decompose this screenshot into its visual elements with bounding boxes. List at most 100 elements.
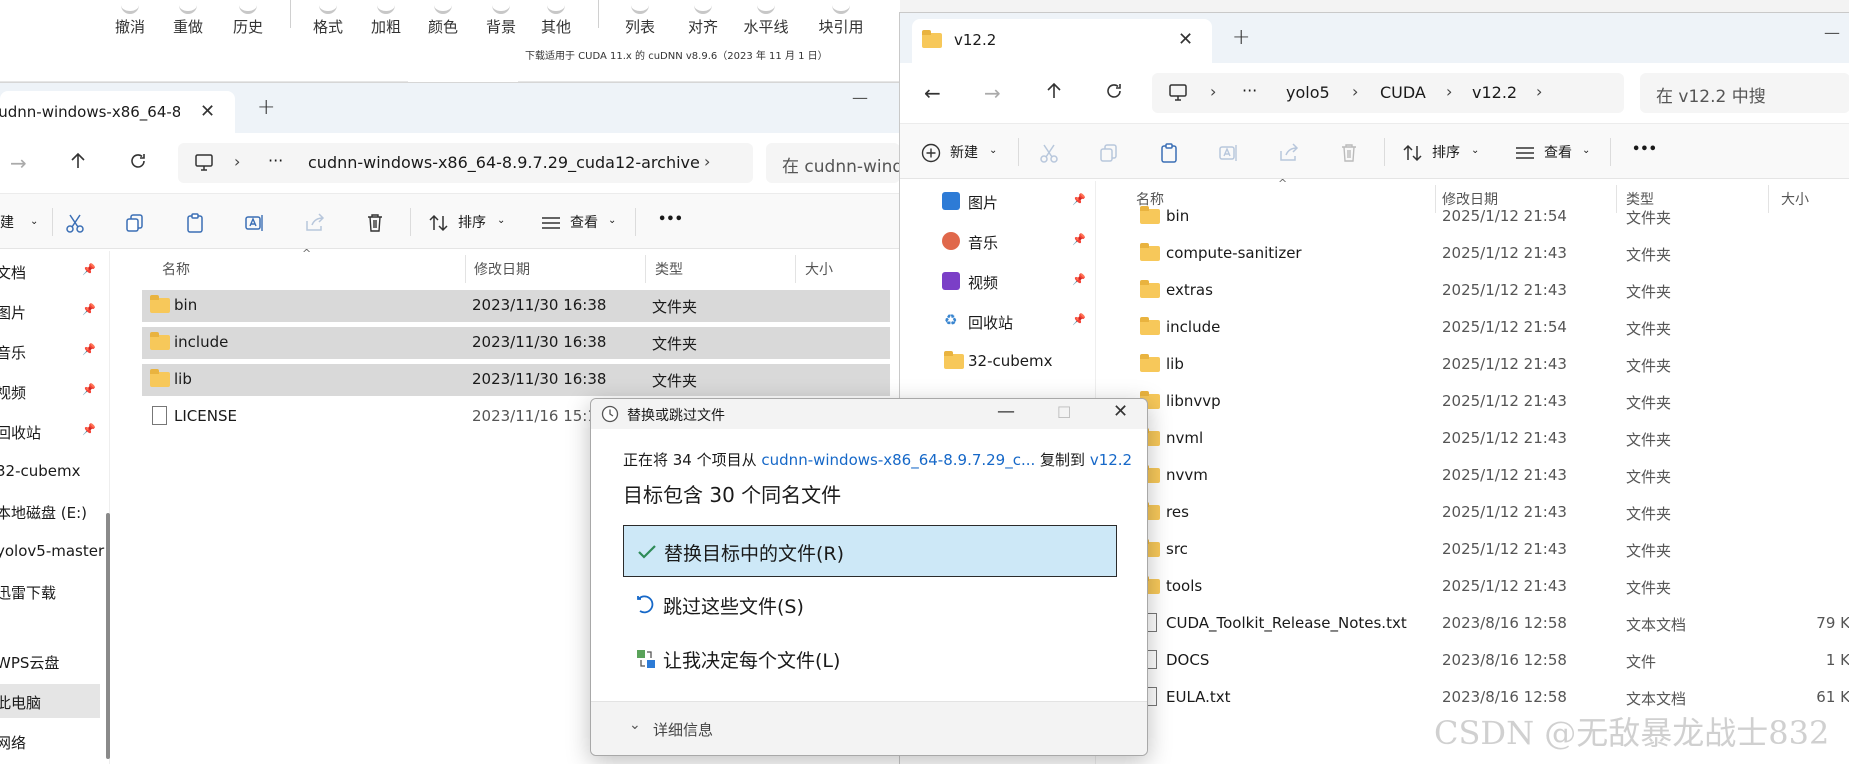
sidebar-item-wps-cloud[interactable]: WPS云盘 bbox=[0, 644, 109, 678]
sidebar-item-32-cubemx[interactable]: 32-cubemx bbox=[0, 454, 109, 488]
sidebar-item-xunlei[interactable]: 迅雷下载 bbox=[0, 574, 109, 608]
column-header-type[interactable]: 类型 bbox=[647, 251, 797, 285]
rename-icon[interactable] bbox=[1218, 142, 1240, 164]
share-icon[interactable] bbox=[304, 212, 326, 234]
rename-icon[interactable] bbox=[244, 212, 266, 234]
sort-button[interactable]: 排序 bbox=[1432, 142, 1460, 162]
sidebar-item-music[interactable]: 音乐 📌 bbox=[900, 224, 1095, 258]
paste-icon[interactable] bbox=[1158, 142, 1180, 164]
forward-icon[interactable]: → bbox=[10, 151, 32, 175]
column-divider[interactable] bbox=[795, 255, 796, 283]
table-row[interactable]: CUDA_Toolkit_Release_Notes.txt 2023/8/16 … bbox=[1116, 608, 1849, 640]
table-row[interactable]: src 2025/1/12 21:43 文件夹 bbox=[1116, 534, 1849, 566]
cut-icon[interactable] bbox=[64, 212, 86, 234]
new-button[interactable]: 新建 bbox=[950, 142, 978, 162]
table-row[interactable]: libnvvp 2025/1/12 21:43 文件夹 bbox=[1116, 386, 1849, 418]
more-path-icon[interactable]: ··· bbox=[268, 151, 283, 170]
bold-button[interactable]: 加粗 bbox=[358, 0, 414, 37]
right-address-bar[interactable]: › ··· yolo5 › CUDA › v12.2 › bbox=[1152, 73, 1624, 113]
up-icon[interactable] bbox=[68, 151, 90, 173]
sidebar-item-pictures[interactable]: 图片 📌 bbox=[900, 184, 1095, 218]
more-options-button[interactable]: ••• bbox=[658, 212, 683, 227]
sidebar-item-music[interactable]: 音乐 📌 bbox=[0, 334, 109, 368]
background-button[interactable]: 背景 bbox=[473, 0, 529, 37]
share-icon[interactable] bbox=[1278, 142, 1300, 164]
sidebar-item-recycle-bin[interactable]: ♻ 回收站 📌 bbox=[900, 304, 1095, 338]
sidebar-item-network[interactable]: 网络 bbox=[0, 724, 109, 758]
sidebar-item-pictures[interactable]: 图片 📌 bbox=[0, 294, 109, 328]
align-button[interactable]: 对齐 bbox=[675, 0, 731, 37]
sidebar-item-documents[interactable]: 文档 📌 bbox=[0, 254, 109, 288]
table-row[interactable]: include 2023/11/30 16:38 文件夹 bbox=[142, 327, 890, 359]
format-button[interactable]: 格式 bbox=[300, 0, 356, 37]
table-row[interactable]: bin 2023/11/30 16:38 文件夹 bbox=[142, 290, 890, 322]
view-icon[interactable] bbox=[1514, 142, 1536, 164]
address-segment[interactable]: CUDA bbox=[1380, 83, 1426, 102]
column-divider[interactable] bbox=[465, 255, 466, 283]
new-tab-icon[interactable]: + bbox=[257, 95, 275, 120]
chevron-down-icon[interactable]: ⌄ bbox=[629, 717, 641, 733]
right-tab[interactable]: v12.2 ✕ bbox=[912, 19, 1212, 63]
view-button[interactable]: 查看 bbox=[570, 212, 598, 232]
new-button[interactable]: 建 bbox=[0, 212, 14, 232]
table-row[interactable]: DOCS 2023/8/16 12:58 文件 1 K bbox=[1116, 645, 1849, 677]
sort-icon[interactable] bbox=[428, 212, 450, 234]
table-row[interactable]: include 2025/1/12 21:54 文件夹 bbox=[1116, 312, 1849, 344]
history-button[interactable]: 历史 bbox=[220, 0, 276, 37]
new-icon[interactable] bbox=[920, 142, 942, 164]
view-icon[interactable] bbox=[540, 212, 562, 234]
sidebar-item-videos[interactable]: 视频 📌 bbox=[900, 264, 1095, 298]
table-row[interactable]: lib 2023/11/30 16:38 文件夹 bbox=[142, 364, 890, 396]
more-format-button[interactable]: 其他 bbox=[528, 0, 584, 37]
paste-icon[interactable] bbox=[184, 212, 206, 234]
hr-button[interactable]: 水平线 bbox=[738, 0, 794, 37]
delete-icon[interactable] bbox=[1338, 142, 1360, 164]
table-row[interactable]: bin 2025/1/12 21:54 文件夹 bbox=[1116, 201, 1849, 233]
column-header-date[interactable]: 修改日期 bbox=[467, 251, 647, 285]
maximize-icon[interactable]: ☐ bbox=[1057, 403, 1071, 422]
table-row[interactable]: tools 2025/1/12 21:43 文件夹 bbox=[1116, 571, 1849, 603]
table-row[interactable]: res 2025/1/12 21:43 文件夹 bbox=[1116, 497, 1849, 529]
close-icon[interactable]: ✕ bbox=[1113, 401, 1128, 422]
column-divider[interactable] bbox=[645, 255, 646, 283]
copy-icon[interactable] bbox=[124, 212, 146, 234]
minimize-icon[interactable]: — bbox=[997, 401, 1015, 422]
redo-button[interactable]: 重做 bbox=[160, 0, 216, 37]
table-row[interactable]: nvvm 2025/1/12 21:43 文件夹 bbox=[1116, 460, 1849, 492]
table-row[interactable]: lib 2025/1/12 21:43 文件夹 bbox=[1116, 349, 1849, 381]
cut-icon[interactable] bbox=[1038, 142, 1060, 164]
refresh-icon[interactable] bbox=[128, 151, 150, 173]
blockquote-button[interactable]: 块引用 bbox=[813, 0, 869, 37]
close-tab-icon[interactable]: ✕ bbox=[1178, 29, 1193, 50]
right-search-box[interactable]: 在 v12.2 中搜 bbox=[1640, 73, 1849, 113]
column-header-size[interactable]: 大小 bbox=[797, 251, 897, 285]
sort-icon[interactable] bbox=[1402, 142, 1424, 164]
replace-files-button[interactable]: 替换目标中的文件(R) bbox=[623, 525, 1117, 577]
up-icon[interactable] bbox=[1044, 81, 1066, 103]
sidebar-item-recycle-bin[interactable]: 回收站 📌 bbox=[0, 414, 109, 448]
sidebar-scrollbar[interactable] bbox=[106, 513, 110, 759]
sidebar-item-this-pc[interactable]: 此电脑 bbox=[0, 684, 100, 718]
sidebar-item-drive-e[interactable]: 本地磁盘 (E:) bbox=[0, 494, 109, 528]
left-address-bar[interactable]: › ··· cudnn-windows-x86_64-8.9.7.29_cuda… bbox=[178, 143, 753, 183]
sidebar-item-32-cubemx[interactable]: 32-cubemx bbox=[900, 344, 1095, 378]
source-folder-link[interactable]: cudnn-windows-x86_64-8.9.7.29_c... bbox=[761, 451, 1035, 469]
table-row[interactable]: compute-sanitizer 2025/1/12 21:43 文件夹 bbox=[1116, 238, 1849, 270]
undo-button[interactable]: 撤消 bbox=[102, 0, 158, 37]
sort-button[interactable]: 排序 bbox=[458, 212, 486, 232]
left-tab[interactable]: cudnn-windows-x86_64-8.9.7.29_cuda12-arc… bbox=[0, 91, 235, 133]
address-segment[interactable]: v12.2 bbox=[1472, 83, 1517, 102]
left-search-box[interactable]: 在 cudnn-windows bbox=[766, 143, 900, 183]
more-details-button[interactable]: 详细信息 bbox=[653, 719, 713, 740]
decide-each-file-button[interactable]: 让我决定每个文件(L) bbox=[623, 633, 1117, 685]
forward-icon[interactable]: → bbox=[984, 81, 1006, 105]
back-icon[interactable]: ← bbox=[924, 81, 946, 105]
address-segment[interactable]: yolo5 bbox=[1286, 83, 1330, 102]
skip-files-button[interactable]: 跳过这些文件(S) bbox=[623, 579, 1117, 631]
address-segment[interactable]: cudnn-windows-x86_64-8.9.7.29_cuda12-arc… bbox=[308, 153, 700, 172]
delete-icon[interactable] bbox=[364, 212, 386, 234]
destination-folder-link[interactable]: v12.2 bbox=[1090, 451, 1132, 469]
list-button[interactable]: 列表 bbox=[612, 0, 668, 37]
more-options-button[interactable]: ••• bbox=[1632, 142, 1657, 157]
column-header-name[interactable]: 名称 bbox=[142, 251, 467, 285]
